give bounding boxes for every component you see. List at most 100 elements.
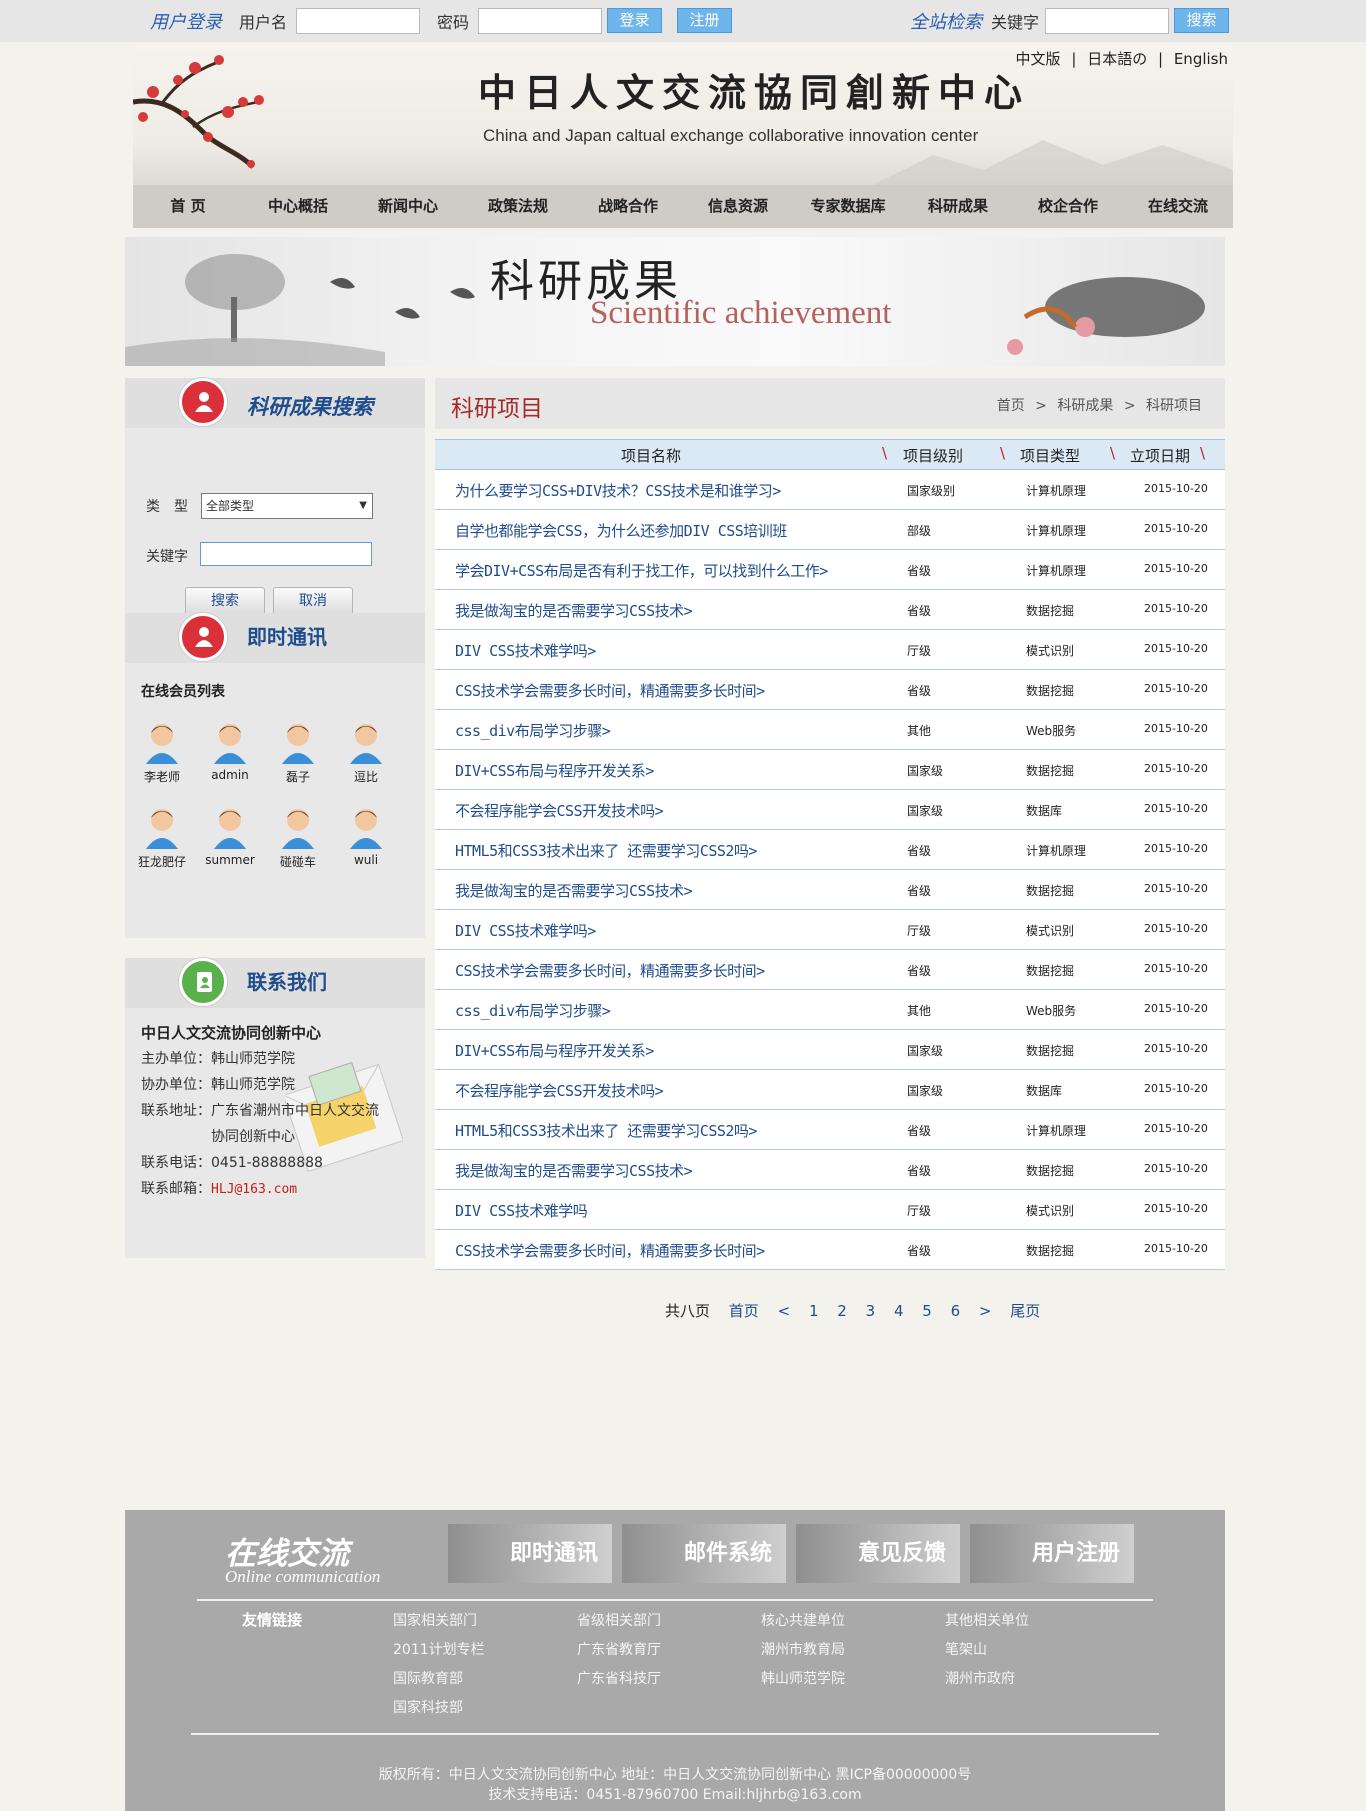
- member-name: 碰碰车: [279, 855, 316, 869]
- nav-strategy[interactable]: 战略合作: [573, 185, 683, 228]
- friend-link[interactable]: 广东省教育厅: [577, 1639, 661, 1659]
- project-name-link[interactable]: css_div布局学习步骤>: [455, 1000, 611, 1021]
- table-row: 不会程序能学会CSS开发技术吗> 国家级 数据库 2015-10-20: [435, 790, 1225, 830]
- site-search-input[interactable]: [1045, 8, 1169, 34]
- project-name-link[interactable]: DIV+CSS布局与程序开发关系>: [455, 1040, 654, 1061]
- site-search-button[interactable]: 搜索: [1174, 8, 1229, 33]
- member-item[interactable]: wuli: [331, 803, 401, 867]
- footer-mail-button[interactable]: 邮件系统: [622, 1524, 786, 1583]
- footer-feedback-button[interactable]: 意见反馈: [796, 1524, 960, 1583]
- footer-im-button[interactable]: 即时通讯: [448, 1524, 612, 1583]
- friend-link[interactable]: 广东省科技厅: [577, 1668, 661, 1688]
- panel-header: 联系我们: [125, 958, 425, 1008]
- project-level: 省级: [907, 564, 932, 578]
- project-name-link[interactable]: DIV CSS技术难学吗>: [455, 640, 596, 661]
- project-level: 省级: [907, 884, 932, 898]
- password-input[interactable]: [478, 8, 602, 34]
- friend-link[interactable]: 核心共建单位: [761, 1610, 845, 1630]
- type-select[interactable]: 全部类型 ▼: [201, 493, 373, 519]
- friend-link[interactable]: 韩山师范学院: [761, 1668, 845, 1688]
- friend-link[interactable]: 2011计划专栏: [393, 1639, 485, 1659]
- search-button[interactable]: 搜索: [185, 587, 265, 616]
- project-level: 国家级: [907, 1084, 944, 1098]
- page-prev[interactable]: <: [778, 1302, 791, 1320]
- nav-center-overview[interactable]: 中心概括: [243, 185, 353, 228]
- member-item[interactable]: 李老师: [127, 718, 197, 785]
- username-input[interactable]: [296, 8, 420, 34]
- panel-title: 科研成果搜索: [247, 395, 373, 419]
- project-name-link[interactable]: HTML5和CSS3技术出来了 还需要学习CSS2吗>: [455, 1120, 757, 1141]
- contact-cohost: 协办单位：韩山师范学院: [141, 1077, 295, 1093]
- project-date: 2015-10-20: [1144, 1042, 1208, 1055]
- page-next[interactable]: >: [979, 1302, 992, 1320]
- page-first[interactable]: 首页: [729, 1302, 759, 1320]
- lang-english[interactable]: English: [1174, 50, 1228, 68]
- member-item[interactable]: 逗比: [331, 718, 401, 785]
- page-3[interactable]: 3: [866, 1302, 876, 1320]
- nav-resources[interactable]: 信息资源: [683, 185, 793, 228]
- breadcrumb-home[interactable]: 首页: [997, 398, 1025, 414]
- nav-home[interactable]: 首 页: [133, 185, 243, 228]
- lang-chinese[interactable]: 中文版: [1016, 50, 1061, 68]
- nav-policy[interactable]: 政策法规: [463, 185, 573, 228]
- breadcrumb-research[interactable]: 科研成果: [1057, 398, 1113, 414]
- friend-link[interactable]: 国家科技部: [393, 1697, 463, 1717]
- copyright: 版权所有：中日人文交流协同创新中心 地址：中日人文交流协同创新中心 黑ICP备0…: [378, 1767, 972, 1783]
- member-item[interactable]: 磊子: [263, 718, 333, 785]
- member-item[interactable]: 狂龙肥仔: [127, 803, 197, 870]
- member-item[interactable]: admin: [195, 718, 265, 782]
- nav-experts[interactable]: 专家数据库: [793, 185, 903, 228]
- project-name-link[interactable]: css_div布局学习步骤>: [455, 720, 611, 741]
- friend-link[interactable]: 国家相关部门: [393, 1610, 477, 1630]
- lang-japanese[interactable]: 日本語の: [1087, 50, 1147, 68]
- friend-link[interactable]: 潮州市教育局: [761, 1639, 845, 1659]
- contact-email[interactable]: HLJ@163.com: [211, 1182, 297, 1197]
- nav-cooperation[interactable]: 校企合作: [1013, 185, 1123, 228]
- password-label: 密码: [437, 13, 470, 32]
- table-row: 不会程序能学会CSS开发技术吗> 国家级 数据库 2015-10-20: [435, 1070, 1225, 1110]
- footer-register-button[interactable]: 用户注册: [970, 1524, 1134, 1583]
- nav-news[interactable]: 新闻中心: [353, 185, 463, 228]
- contact-panel: 联系我们 中日人文交流协同创新中心 主办单位：韩山师范学院 协办单位：韩山师范学…: [125, 958, 425, 1258]
- member-item[interactable]: 碰碰车: [263, 803, 333, 870]
- project-name-link[interactable]: CSS技术学会需要多长时间，精通需要多长时间>: [455, 1240, 765, 1261]
- project-date: 2015-10-20: [1144, 562, 1208, 575]
- project-name-link[interactable]: 我是做淘宝的是否需要学习CSS技术>: [455, 1160, 693, 1181]
- project-name-link[interactable]: 为什么要学习CSS+DIV技术？CSS技术是和谁学习>: [455, 480, 781, 501]
- cancel-button[interactable]: 取消: [273, 587, 353, 616]
- register-button[interactable]: 注册: [677, 8, 732, 33]
- table-row: HTML5和CSS3技术出来了 还需要学习CSS2吗> 省级 计算机原理 2015-1…: [435, 1110, 1225, 1150]
- nav-online[interactable]: 在线交流: [1123, 185, 1233, 228]
- table-row: CSS技术学会需要多长时间，精通需要多长时间> 省级 数据挖掘 2015-10-20: [435, 1230, 1225, 1270]
- friend-link[interactable]: 省级相关部门: [577, 1610, 661, 1630]
- project-name-link[interactable]: HTML5和CSS3技术出来了 还需要学习CSS2吗>: [455, 840, 757, 861]
- project-name-link[interactable]: 学会DIV+CSS布局是否有利于找工作，可以找到什么工作>: [455, 560, 828, 581]
- project-name-link[interactable]: DIV CSS技术难学吗: [455, 1200, 588, 1221]
- project-name-link[interactable]: 不会程序能学会CSS开发技术吗>: [455, 800, 664, 821]
- friend-link[interactable]: 国际教育部: [393, 1668, 463, 1688]
- project-name-link[interactable]: CSS技术学会需要多长时间，精通需要多长时间>: [455, 680, 765, 701]
- project-name-link[interactable]: DIV CSS技术难学吗>: [455, 920, 596, 941]
- page-2[interactable]: 2: [837, 1302, 847, 1320]
- project-name-link[interactable]: 不会程序能学会CSS开发技术吗>: [455, 1080, 664, 1101]
- login-button[interactable]: 登录: [607, 8, 662, 33]
- site-title-cn: 中日人文交流協同創新中心: [478, 70, 1031, 115]
- page-5[interactable]: 5: [922, 1302, 932, 1320]
- project-name-link[interactable]: DIV+CSS布局与程序开发关系>: [455, 760, 654, 781]
- page-last[interactable]: 尾页: [1010, 1302, 1040, 1320]
- keyword-label: 关键字: [991, 13, 1040, 32]
- project-name-link[interactable]: 我是做淘宝的是否需要学习CSS技术>: [455, 600, 693, 621]
- page-1[interactable]: 1: [809, 1302, 819, 1320]
- project-name-link[interactable]: 我是做淘宝的是否需要学习CSS技术>: [455, 880, 693, 901]
- member-item[interactable]: summer: [195, 803, 265, 867]
- friend-link[interactable]: 笔架山: [945, 1639, 987, 1659]
- project-type: 数据挖掘: [1026, 1244, 1075, 1258]
- page-4[interactable]: 4: [894, 1302, 904, 1320]
- project-name-link[interactable]: 自学也都能学会CSS，为什么还参加DIV CSS培训班: [455, 520, 787, 541]
- friend-link[interactable]: 其他相关单位: [945, 1610, 1029, 1630]
- nav-research[interactable]: 科研成果: [903, 185, 1013, 228]
- keyword-input[interactable]: [200, 542, 372, 566]
- project-name-link[interactable]: CSS技术学会需要多长时间，精通需要多长时间>: [455, 960, 765, 981]
- friend-link[interactable]: 潮州市政府: [945, 1668, 1015, 1688]
- page-6[interactable]: 6: [951, 1302, 961, 1320]
